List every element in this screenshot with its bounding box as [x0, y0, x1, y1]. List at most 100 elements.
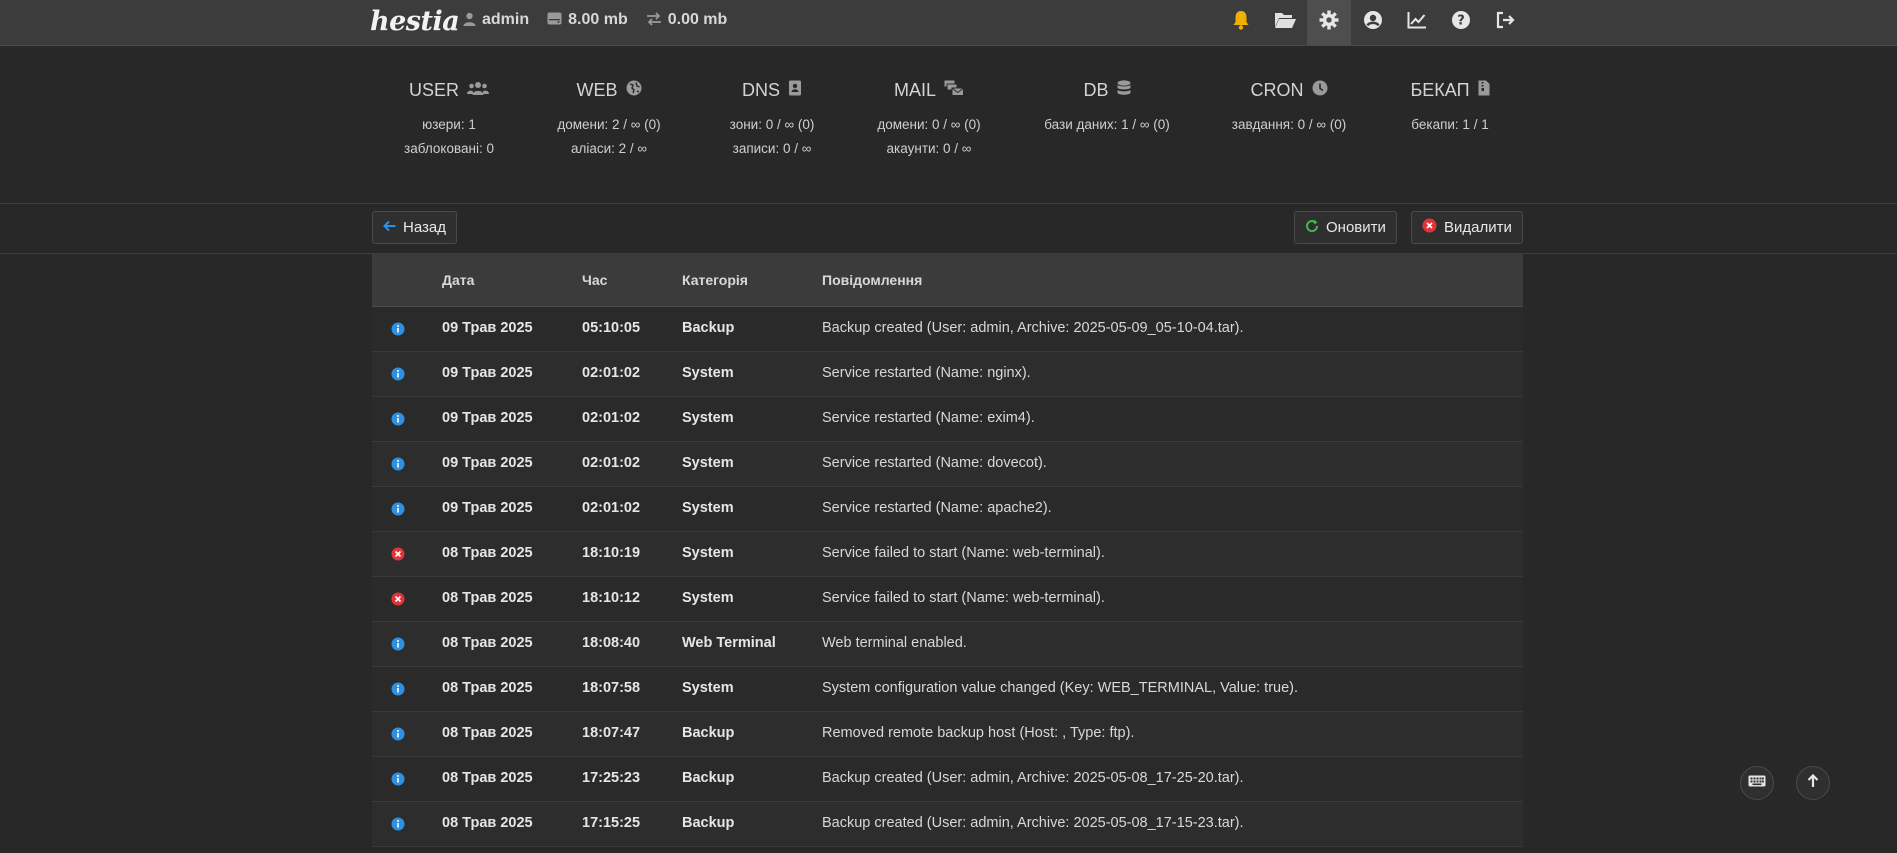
row-message: Backup created (User: admin, Archive: 20… — [822, 770, 1244, 786]
file-archive-icon — [1478, 80, 1490, 101]
statistics-button[interactable] — [1395, 0, 1439, 45]
table-row[interactable]: 09 Трав 2025 02:01:02 System Service restar… — [372, 442, 1523, 487]
help-button[interactable]: ? — [1439, 0, 1483, 45]
refresh-label: Оновити — [1326, 219, 1386, 236]
table-row[interactable]: 08 Трав 2025 18:10:12 System Service failed… — [372, 577, 1523, 622]
row-date: 08 Трав 2025 — [442, 770, 533, 786]
header-category[interactable]: Категорія — [682, 272, 748, 288]
stat-title: MAIL — [893, 80, 936, 100]
table-row[interactable]: 08 Трав 2025 17:15:25 Backup Backup created… — [372, 802, 1523, 847]
error-icon — [391, 592, 405, 606]
row-time: 18:08:40 — [582, 635, 641, 651]
table-row[interactable]: 08 Трав 2025 18:10:19 System Service failed… — [372, 532, 1523, 577]
table-row[interactable]: 08 Трав 2025 17:25:23 Backup Backup created… — [372, 757, 1523, 802]
account-button[interactable] — [1351, 0, 1395, 45]
row-category: Backup — [682, 320, 735, 336]
row-category: Backup — [682, 725, 735, 741]
stat-title: CRON — [1250, 80, 1304, 100]
error-icon — [391, 547, 405, 561]
row-category: Web Terminal — [682, 635, 776, 651]
info-icon — [391, 637, 405, 651]
log-table: Дата Час Категорія Повідомлення 09 Трав … — [372, 254, 1523, 847]
stat-line: заблоковані: 0 — [404, 141, 494, 156]
back-button[interactable]: Назад — [372, 211, 457, 244]
table-row[interactable]: 09 Трав 2025 05:10:05 Backup Backup created… — [372, 307, 1523, 352]
row-date: 08 Трав 2025 — [442, 815, 533, 831]
server-settings-button[interactable] — [1307, 0, 1351, 45]
stat-line: домени: 2 / ∞ (0) — [557, 117, 661, 132]
username[interactable]: admin — [482, 11, 529, 29]
file-manager-button[interactable] — [1263, 0, 1307, 45]
row-message: Service restarted (Name: dovecot). — [822, 455, 1047, 471]
shortcuts-button[interactable] — [1740, 766, 1774, 800]
hestia-logo[interactable]: hestia — [370, 6, 460, 37]
hdd-icon — [547, 12, 562, 28]
exchange-icon — [646, 11, 662, 29]
mail-bulk-icon — [944, 80, 964, 101]
row-message: Service failed to start (Name: web-termi… — [822, 590, 1105, 606]
stat-backup[interactable]: БЕКАП бекапи: 1 / 1 — [1400, 80, 1500, 137]
row-date: 08 Трав 2025 — [442, 725, 533, 741]
user-icon — [463, 12, 476, 29]
scroll-top-button[interactable] — [1796, 766, 1830, 800]
row-date: 08 Трав 2025 — [442, 635, 533, 651]
delete-button[interactable]: Видалити — [1411, 211, 1523, 244]
table-row[interactable]: 09 Трав 2025 02:01:02 System Service restar… — [372, 487, 1523, 532]
header-date[interactable]: Дата — [442, 272, 474, 288]
stat-title: WEB — [576, 80, 618, 100]
gear-icon — [1319, 10, 1339, 35]
row-date: 09 Трав 2025 — [442, 365, 533, 381]
stat-line: акаунти: 0 / ∞ — [886, 141, 972, 156]
stats-panel: USER юзери: 1 заблоковані: 0 WEB домени:… — [0, 45, 1897, 204]
row-category: System — [682, 680, 734, 696]
refresh-button[interactable]: Оновити — [1294, 211, 1397, 244]
notifications-button[interactable] — [1219, 0, 1263, 45]
row-message: Backup created (User: admin, Archive: 20… — [822, 815, 1244, 831]
row-category: System — [682, 365, 734, 381]
row-date: 09 Трав 2025 — [442, 410, 533, 426]
logout-button[interactable] — [1483, 0, 1527, 45]
address-book-icon — [788, 80, 802, 101]
table-row[interactable]: 08 Трав 2025 18:07:47 Backup Removed remote… — [372, 712, 1523, 757]
row-time: 02:01:02 — [582, 500, 641, 516]
users-icon — [467, 80, 489, 101]
stat-title: DNS — [741, 80, 780, 100]
folder-open-icon — [1274, 11, 1297, 34]
stat-line: бази даних: 1 / ∞ (0) — [1044, 117, 1170, 132]
row-category: System — [682, 455, 734, 471]
header-time[interactable]: Час — [582, 272, 607, 288]
stat-db[interactable]: DB бази даних: 1 / ∞ (0) — [1037, 80, 1177, 137]
toolbar: Назад Оновити Видалити — [0, 204, 1897, 254]
stat-line: зони: 0 / ∞ (0) — [729, 117, 815, 132]
header-message[interactable]: Повідомлення — [822, 272, 922, 288]
info-icon — [391, 817, 405, 831]
table-row[interactable]: 08 Трав 2025 18:07:58 System System configu… — [372, 667, 1523, 712]
info-icon — [391, 367, 405, 381]
info-icon — [391, 322, 405, 336]
info-icon — [391, 772, 405, 786]
row-message: Backup created (User: admin, Archive: 20… — [822, 320, 1244, 336]
table-row[interactable]: 09 Трав 2025 02:01:02 System Service restar… — [372, 397, 1523, 442]
top-icons: ? — [1219, 0, 1527, 45]
row-date: 08 Трав 2025 — [442, 680, 533, 696]
row-message: Removed remote backup host (Host: , Type… — [822, 725, 1135, 741]
stat-line: домени: 0 / ∞ (0) — [877, 117, 981, 132]
row-message: Service failed to start (Name: web-termi… — [822, 545, 1105, 561]
stat-mail[interactable]: MAIL домени: 0 / ∞ (0) акаунти: 0 / ∞ — [869, 80, 989, 161]
row-message: Web terminal enabled. — [822, 635, 967, 651]
table-row[interactable]: 08 Трав 2025 18:08:40 Web Terminal Web term… — [372, 622, 1523, 667]
chart-line-icon — [1407, 11, 1427, 34]
stat-dns[interactable]: DNS зони: 0 / ∞ (0) записи: 0 / ∞ — [712, 80, 832, 161]
table-row[interactable]: 09 Трав 2025 02:01:02 System Service restar… — [372, 352, 1523, 397]
row-message: Service restarted (Name: apache2). — [822, 500, 1052, 516]
user-circle-icon — [1363, 10, 1383, 35]
stat-web[interactable]: WEB домени: 2 / ∞ (0) аліаси: 2 / ∞ — [549, 80, 669, 161]
stat-user[interactable]: USER юзери: 1 заблоковані: 0 — [389, 80, 509, 161]
user-info: admin 8.00 mb 0.00 mb — [463, 11, 727, 29]
info-icon — [391, 502, 405, 516]
stat-cron[interactable]: CRON завдання: 0 / ∞ (0) — [1219, 80, 1359, 137]
row-time: 18:10:12 — [582, 590, 641, 606]
row-time: 18:10:19 — [582, 545, 641, 561]
row-date: 09 Трав 2025 — [442, 320, 533, 336]
row-time: 02:01:02 — [582, 455, 641, 471]
